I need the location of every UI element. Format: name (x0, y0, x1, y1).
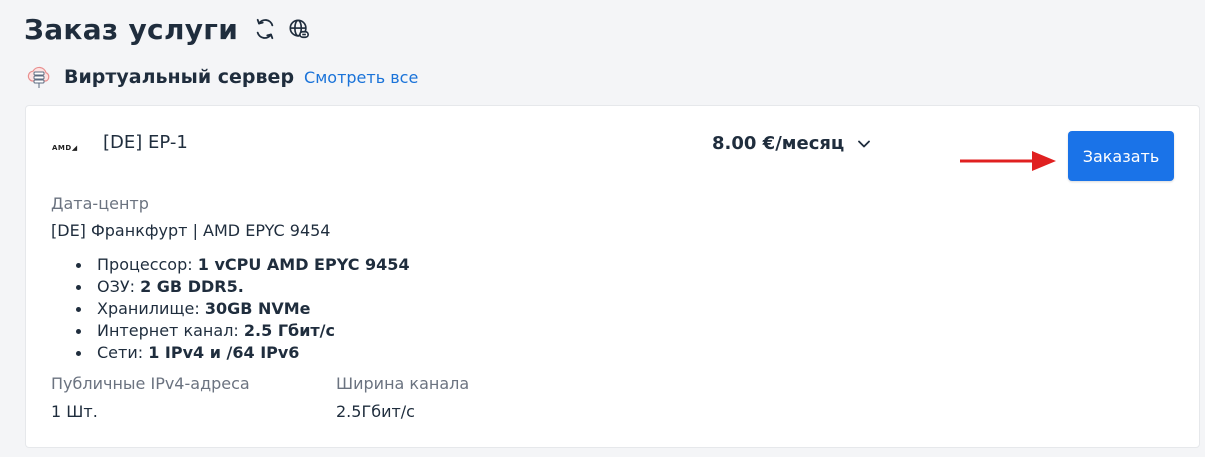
red-arrow-annotation (958, 146, 1058, 180)
product-card: AMD◢ [DE] EP-1 8.00 €/месяц Заказать Дат… (25, 105, 1200, 448)
bullet-icon (76, 284, 81, 290)
amd-arrow-icon: ◢ (71, 144, 78, 152)
spec-label: Хранилище: (97, 299, 200, 318)
spec-item-ram: ОЗУ: 2 GB DDR5. (76, 276, 410, 298)
spec-value: 1 vCPU AMD EPYC 9454 (197, 255, 410, 274)
spec-value: 30GB NVMe (204, 299, 311, 318)
ipv4-label: Публичные IPv4-адреса (51, 374, 250, 393)
spec-label: ОЗУ: (97, 277, 135, 296)
spec-value: 2 GB DDR5. (140, 277, 244, 296)
see-all-link[interactable]: Смотреть все (304, 68, 418, 87)
plan-name: [DE] EP-1 (103, 132, 188, 153)
chevron-down-icon (858, 138, 871, 150)
bullet-icon (76, 306, 81, 312)
section-header: Виртуальный сервер Смотреть все (24, 62, 418, 92)
datacenter-label: Дата-центр (51, 194, 149, 213)
bandwidth-value: 2.5Гбит/с (336, 402, 415, 421)
spec-item-network: Интернет канал: 2.5 Гбит/с (76, 320, 410, 342)
ipv4-value: 1 Шт. (51, 402, 98, 421)
amd-logo: AMD◢ (52, 144, 78, 152)
logo-text: AMD (52, 144, 72, 152)
spec-item-storage: Хранилище: 30GB NVMe (76, 298, 410, 320)
spec-label: Процессор: (97, 255, 193, 274)
spec-item-ip: Сети: 1 IPv4 и /64 IPv6 (76, 342, 410, 364)
bullet-icon (76, 262, 81, 268)
page-header: Заказ услуги (24, 8, 312, 50)
order-button[interactable]: Заказать (1068, 131, 1174, 181)
globe-link-icon[interactable] (286, 16, 312, 42)
price-selector[interactable]: 8.00 €/месяц (712, 133, 871, 154)
spec-item-cpu: Процессор: 1 vCPU AMD EPYC 9454 (76, 254, 410, 276)
spec-list: Процессор: 1 vCPU AMD EPYC 9454 ОЗУ: 2 G… (76, 254, 410, 364)
page-title: Заказ услуги (24, 12, 239, 46)
cloud-server-icon (24, 62, 54, 92)
spec-value: 2.5 Гбит/с (243, 321, 335, 340)
spec-label: Сети: (97, 343, 144, 362)
bullet-icon (76, 328, 81, 334)
spec-label: Интернет канал: (97, 321, 239, 340)
spec-value: 1 IPv4 и /64 IPv6 (148, 343, 300, 362)
price-value: 8.00 €/месяц (712, 133, 845, 154)
page: Заказ услуги Виртуальный сервер Смотреть… (0, 0, 1205, 457)
datacenter-value: [DE] Франкфурт | AMD EPYC 9454 (51, 221, 331, 240)
bullet-icon (76, 350, 81, 356)
section-title: Виртуальный сервер (64, 66, 295, 88)
refresh-icon[interactable] (252, 16, 278, 42)
bandwidth-label: Ширина канала (336, 374, 470, 393)
